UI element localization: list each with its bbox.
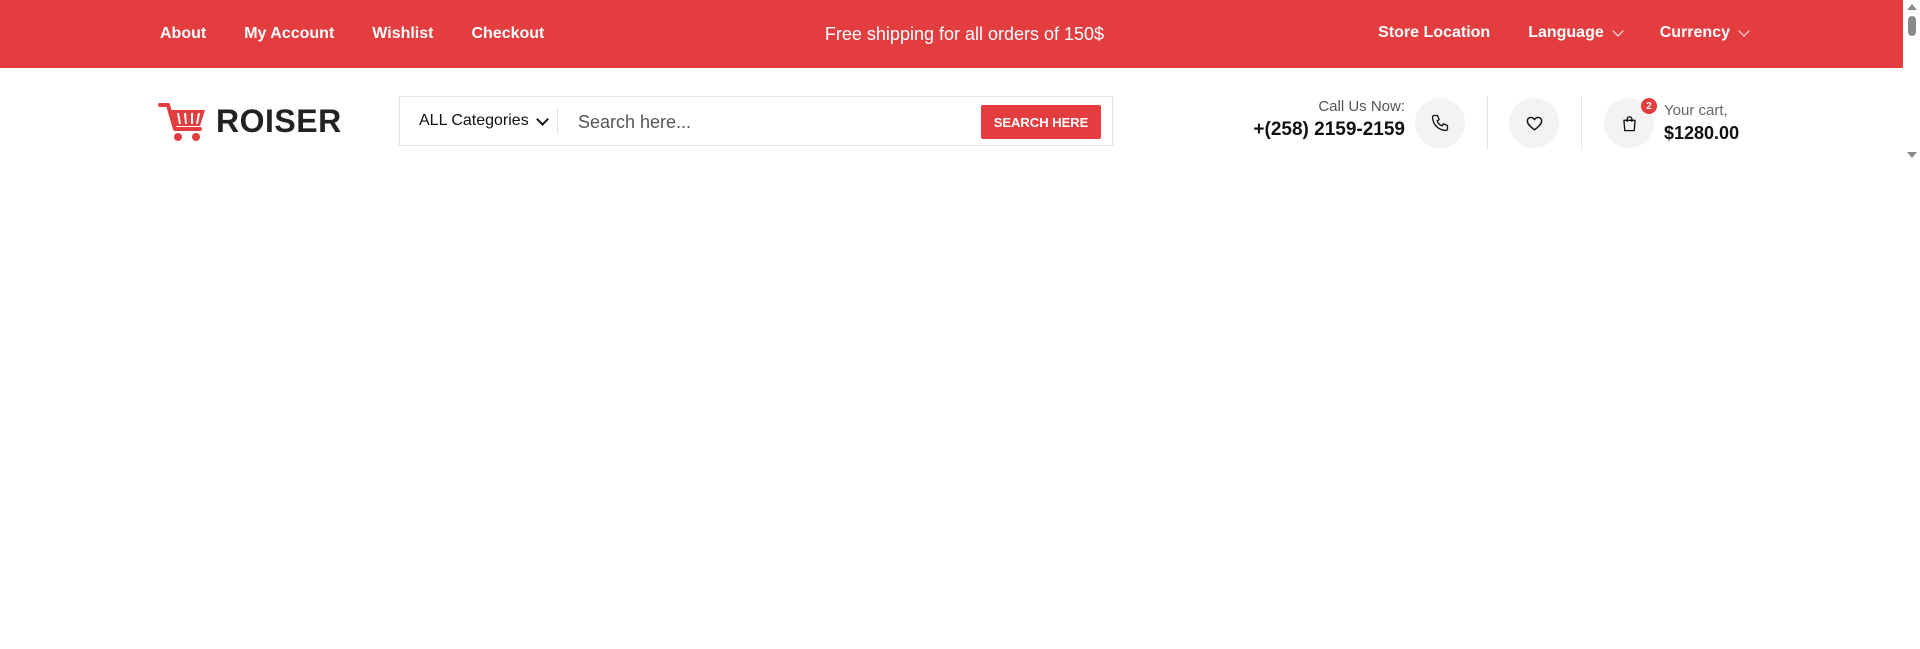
currency-dropdown[interactable]: Currency <box>1659 24 1750 42</box>
cart-summary[interactable]: Your cart, $1280.00 <box>1664 102 1739 144</box>
top-link-wishlist[interactable]: Wishlist <box>372 25 433 43</box>
chevron-down-icon <box>535 112 549 126</box>
shopping-bag-icon <box>1622 115 1636 131</box>
category-dropdown[interactable]: ALL Categories <box>419 97 549 145</box>
cart-label: Your cart, <box>1664 102 1728 119</box>
header-divider <box>1487 96 1488 150</box>
main-header: ROISER ALL Categories SEARCH HERE Call U… <box>0 68 1903 178</box>
language-label: Language <box>1528 24 1604 41</box>
store-location-link[interactable]: Store Location <box>1378 24 1490 42</box>
scroll-up-arrow-icon[interactable] <box>1907 4 1917 10</box>
heart-icon <box>1526 116 1542 131</box>
call-us-block: Call Us Now: +(258) 2159-2159 <box>1253 98 1405 141</box>
top-link-my-account[interactable]: My Account <box>244 25 334 43</box>
chevron-down-icon <box>1612 25 1624 37</box>
page-scrollbar[interactable] <box>1903 0 1920 649</box>
phone-icon <box>1431 114 1449 132</box>
search-bar: ALL Categories SEARCH HERE <box>399 96 1113 146</box>
cart-total: $1280.00 <box>1664 123 1740 143</box>
site-logo[interactable]: ROISER <box>158 100 342 142</box>
cart-button[interactable]: 2 <box>1604 98 1657 148</box>
search-input[interactable] <box>576 105 970 139</box>
top-nav-left: About My Account Wishlist Checkout <box>160 0 582 68</box>
cart-count-badge: 2 <box>1641 98 1657 114</box>
category-label: ALL Categories <box>419 112 529 129</box>
call-us-label: Call Us Now: <box>1318 98 1405 115</box>
scrollbar-thumb[interactable] <box>1908 16 1916 36</box>
phone-number: +(258) 2159-2159 <box>1253 119 1405 140</box>
store-location-label: Store Location <box>1378 24 1491 41</box>
top-link-about[interactable]: About <box>160 25 206 43</box>
shopping-cart-icon <box>158 103 205 141</box>
top-nav-right: Store Location Language Currency <box>1340 0 1750 66</box>
scroll-down-arrow-icon[interactable] <box>1907 152 1917 158</box>
currency-label: Currency <box>1659 24 1730 41</box>
chevron-down-icon <box>1738 25 1750 37</box>
phone-button[interactable] <box>1415 98 1465 148</box>
wishlist-button[interactable] <box>1509 98 1559 148</box>
top-bar: About My Account Wishlist Checkout Free … <box>0 0 1903 68</box>
language-dropdown[interactable]: Language <box>1528 24 1624 42</box>
search-divider <box>557 108 558 134</box>
search-button[interactable]: SEARCH HERE <box>981 105 1101 139</box>
header-divider <box>1581 96 1582 150</box>
promo-text: Free shipping for all orders of 150$ <box>824 23 1105 44</box>
logo-text: ROISER <box>216 102 342 139</box>
top-link-checkout[interactable]: Checkout <box>471 25 544 43</box>
